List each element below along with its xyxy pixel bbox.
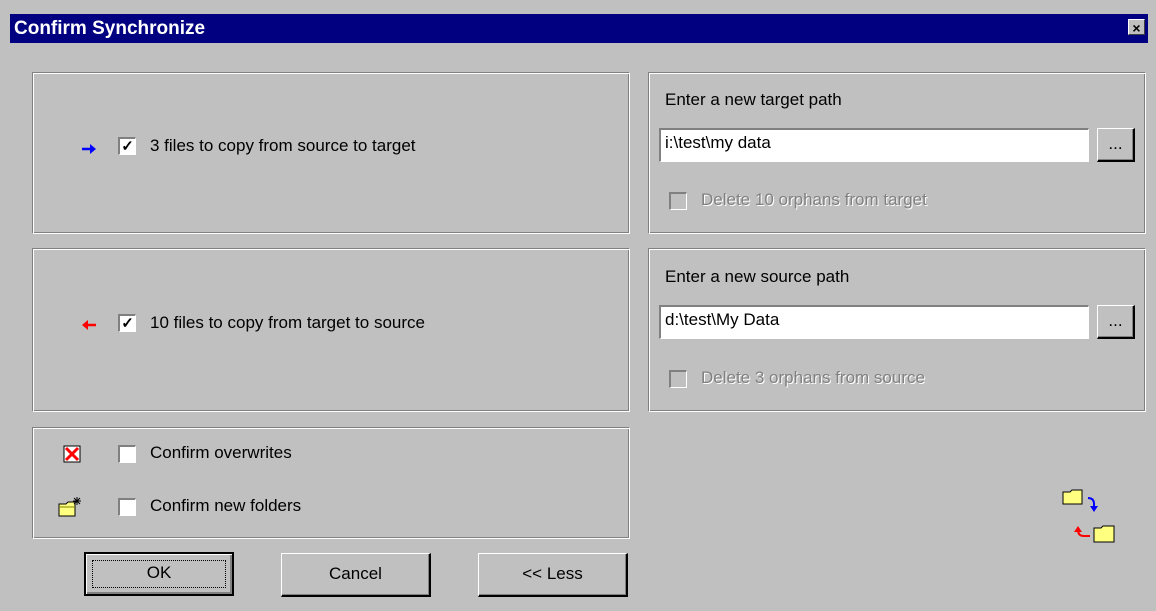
source-path-group: Enter a new source path d:\test\My Data …	[648, 248, 1146, 412]
window-title: Confirm Synchronize	[14, 18, 206, 39]
sync-folders-icon	[1062, 489, 1115, 543]
confirm-new-folders-checkbox[interactable]	[118, 498, 136, 516]
target-browse-button[interactable]: ...	[1097, 128, 1135, 162]
options-group: Confirm overwrites Confirm new folders	[32, 427, 630, 539]
copy-to-target-label[interactable]: 3 files to copy from source to target	[150, 136, 416, 156]
copy-to-target-checkbox[interactable]: ✓	[118, 137, 136, 155]
source-path-input[interactable]: d:\test\My Data	[659, 305, 1089, 339]
copy-to-source-group: ✓ 10 files to copy from target to source	[32, 248, 630, 412]
confirm-overwrites-checkbox[interactable]	[118, 445, 136, 463]
copy-to-target-group: ✓ 3 files to copy from source to target	[32, 72, 630, 234]
title-bar: Confirm Synchronize ×	[10, 14, 1148, 43]
ok-focus-rect	[92, 560, 226, 588]
delete-x-icon	[63, 445, 81, 463]
target-path-group: Enter a new target path i:\test\my data …	[648, 72, 1146, 234]
delete-source-orphans-checkbox[interactable]	[669, 370, 687, 388]
ok-button[interactable]: OK	[84, 552, 234, 596]
source-browse-button[interactable]: ...	[1097, 305, 1135, 339]
copy-to-source-checkbox[interactable]: ✓	[118, 314, 136, 332]
left-arrow-icon	[82, 320, 96, 330]
target-path-heading: Enter a new target path	[665, 90, 842, 109]
right-arrow-icon	[82, 144, 96, 154]
close-button[interactable]: ×	[1128, 19, 1145, 36]
confirm-overwrites-label[interactable]: Confirm overwrites	[150, 443, 292, 463]
new-folder-icon	[58, 497, 81, 517]
copy-to-source-label[interactable]: 10 files to copy from target to source	[150, 313, 425, 333]
delete-target-orphans-checkbox[interactable]	[669, 192, 687, 210]
confirm-synchronize-dialog: Confirm Synchronize × ✓ 3 files to copy …	[0, 0, 1156, 611]
source-path-heading: Enter a new source path	[665, 267, 850, 286]
target-path-input[interactable]: i:\test\my data	[659, 128, 1089, 162]
delete-source-orphans-label[interactable]: Delete 3 orphans from source	[701, 368, 925, 388]
less-button[interactable]: << Less	[478, 553, 628, 597]
cancel-button[interactable]: Cancel	[281, 553, 431, 597]
delete-target-orphans-label[interactable]: Delete 10 orphans from target	[701, 190, 927, 210]
confirm-new-folders-label[interactable]: Confirm new folders	[150, 496, 301, 516]
